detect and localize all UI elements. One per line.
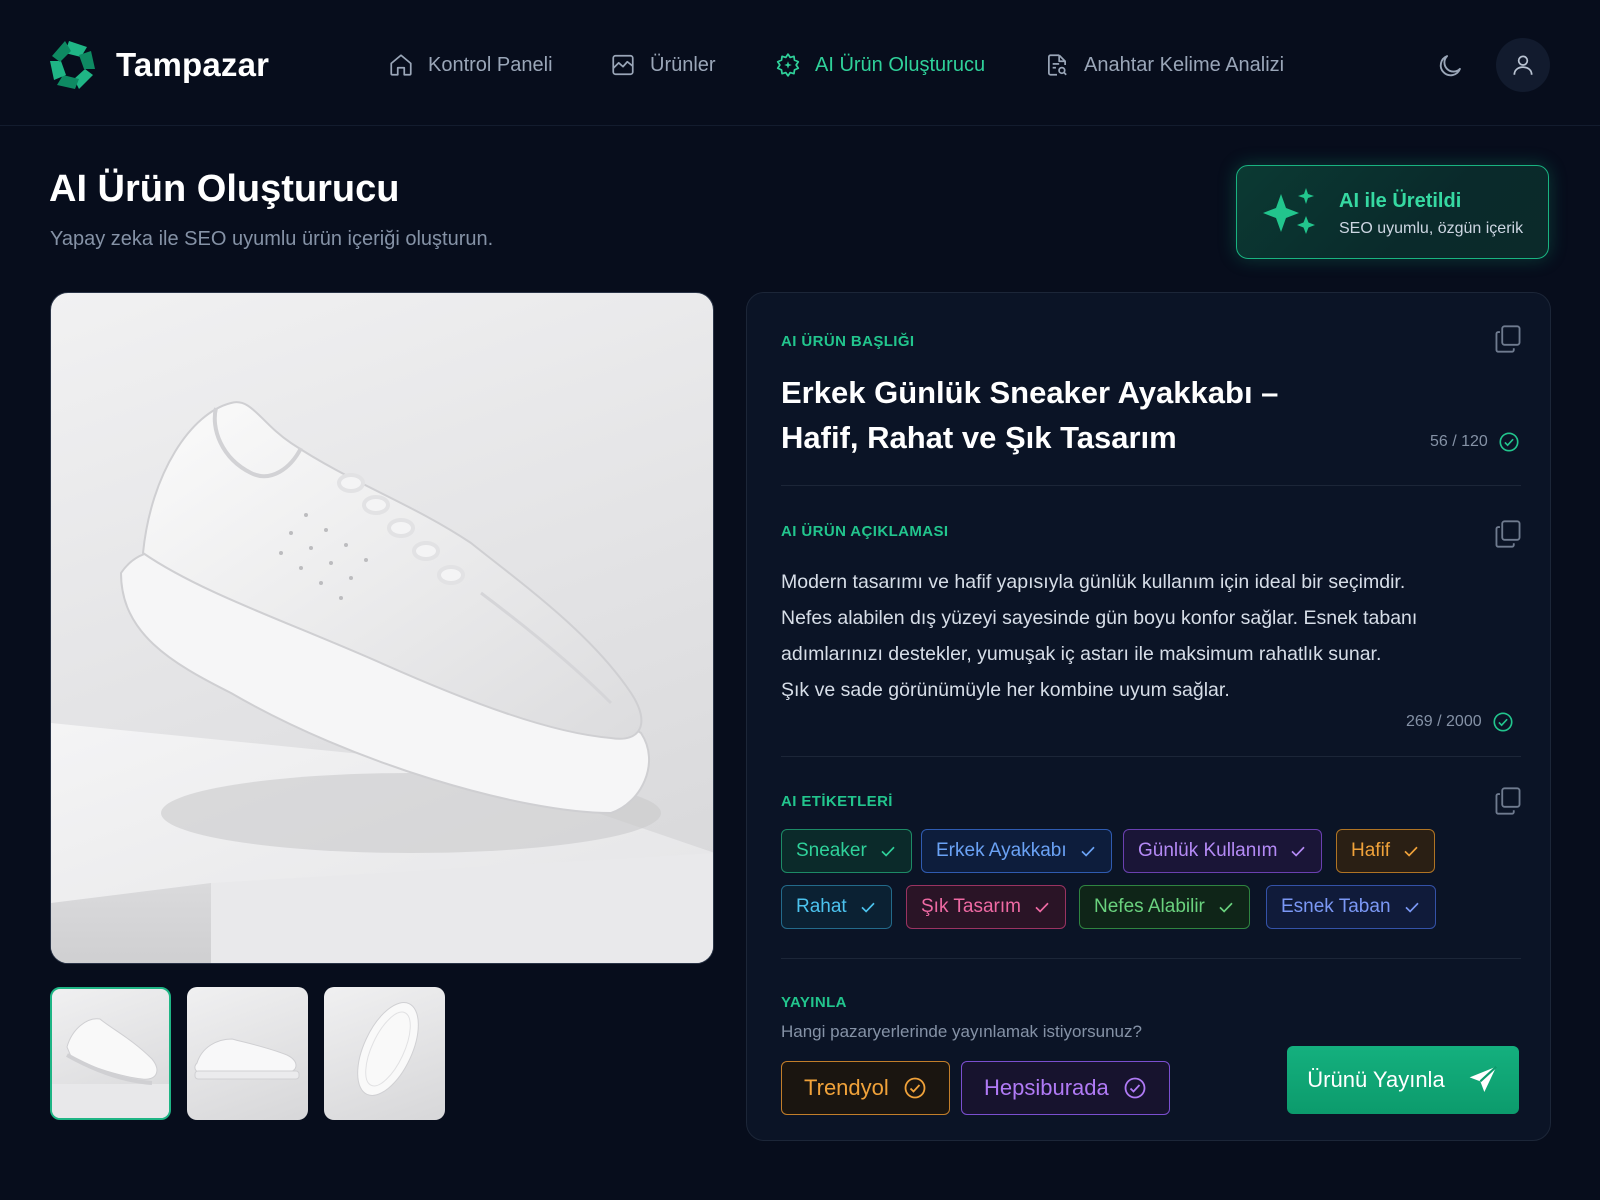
profile-button[interactable]: [1496, 38, 1550, 92]
title-line: Erkek Günlük Sneaker Ayakkabı –: [781, 375, 1279, 410]
ai-generated-badge: AI ile Üretildi SEO uyumlu, özgün içerik: [1236, 165, 1549, 259]
generated-product-title[interactable]: Erkek Günlük Sneaker Ayakkabı – Hafif, R…: [781, 370, 1341, 460]
description-char-counter: 269 / 2000: [1406, 711, 1514, 733]
nav-label: Ürünler: [650, 53, 716, 76]
tag-text: Sneaker: [796, 840, 867, 861]
divider: [781, 485, 1521, 486]
tag-chip[interactable]: Esnek Taban: [1266, 885, 1436, 929]
tag-chip[interactable]: Rahat: [781, 885, 892, 929]
home-icon: [390, 54, 412, 76]
ai-badge-title: AI ile Üretildi: [1339, 190, 1462, 212]
tag-chip[interactable]: Erkek Ayakkabı: [921, 829, 1112, 873]
copy-icon[interactable]: [1494, 519, 1522, 549]
section-label-tags: AI ETİKETLERİ: [781, 793, 893, 810]
image-chart-icon: [612, 54, 634, 76]
publish-question: Hangi pazaryerlerinde yayınlamak istiyor…: [781, 1022, 1142, 1041]
user-icon: [1513, 55, 1533, 75]
description-line: Modern tasarımı ve hafif yapısıyla günlü…: [781, 571, 1406, 593]
marketplace-hepsiburada[interactable]: Hepsiburada: [961, 1061, 1170, 1115]
nav-label: AI Ürün Oluşturucu: [815, 53, 986, 76]
description-line: adımlarınızı destekler, yumuşak iç astar…: [781, 643, 1382, 665]
copy-icon[interactable]: [1494, 324, 1522, 354]
marketplace-name: Hepsiburada: [984, 1075, 1109, 1100]
thumbnail-1[interactable]: [50, 987, 171, 1120]
counter-text: 56 / 120: [1430, 433, 1488, 450]
thumbnail-3[interactable]: [324, 987, 445, 1120]
thumbnail-2[interactable]: [187, 987, 308, 1120]
nav-item-urunler[interactable]: Ürünler: [610, 48, 716, 82]
page-title: AI Ürün Oluşturucu: [49, 168, 400, 210]
check-circle-icon: [1499, 432, 1519, 452]
tag-text: Günlük Kullanım: [1138, 840, 1278, 861]
check-icon: [1291, 846, 1306, 857]
tag-chip[interactable]: Günlük Kullanım: [1123, 829, 1323, 873]
main-product-image[interactable]: [50, 292, 714, 964]
generated-product-description[interactable]: Modern tasarımı ve hafif yapısıyla günlü…: [781, 564, 1461, 708]
tag-text: Hafif: [1351, 840, 1391, 861]
check-icon: [861, 902, 875, 913]
tag-text: Nefes Alabilir: [1094, 896, 1205, 917]
page-subtitle: Yapay zeka ile SEO uyumlu ürün içeriği o…: [50, 228, 494, 250]
ai-gear-icon: [776, 53, 800, 77]
nav-item-ai-urun-olusturucu[interactable]: AI Ürün Oluşturucu: [775, 48, 985, 82]
send-icon: [1469, 1065, 1497, 1092]
description-line: Nefes alabilen dış yüzeyi sayesinde gün …: [781, 607, 1418, 629]
nav-item-anahtar-kelime-analizi[interactable]: Anahtar Kelime Analizi: [1044, 48, 1284, 82]
tag-text: Erkek Ayakkabı: [936, 840, 1067, 861]
check-icon: [1081, 846, 1095, 857]
divider: [781, 756, 1521, 757]
document-search-icon: [1048, 54, 1067, 76]
check-icon: [1219, 902, 1233, 913]
description-line: Şık ve sade görünümüyle her kombine uyum…: [781, 679, 1230, 701]
check-icon: [881, 846, 895, 857]
check-circle-icon: [904, 1077, 926, 1099]
section-label-publish: YAYINLA: [781, 994, 847, 1011]
tag-chip[interactable]: Hafif: [1336, 829, 1436, 873]
counter-text: 269 / 2000: [1406, 713, 1482, 730]
section-label-description: AI ÜRÜN AÇIKLAMASI: [781, 523, 949, 540]
publish-product-button[interactable]: Ürünü Yayınla: [1287, 1046, 1519, 1114]
title-line: Hafif, Rahat ve Şık Tasarım: [781, 420, 1177, 455]
check-circle-icon: [1493, 712, 1513, 732]
section-label-title: AI ÜRÜN BAŞLIĞI: [781, 333, 915, 350]
tag-text: Esnek Taban: [1281, 896, 1391, 917]
tag-chip[interactable]: Şık Tasarım: [906, 885, 1066, 929]
marketplace-name: Trendyol: [804, 1075, 889, 1100]
brand-name: Tampazar: [116, 46, 270, 83]
brand-logo-icon: [50, 41, 95, 89]
ai-badge-subtitle: SEO uyumlu, özgün içerik: [1339, 220, 1524, 237]
sneaker-thumbnail-icon: [194, 1038, 300, 1080]
nav-label: Kontrol Paneli: [428, 53, 553, 76]
sneaker-thumbnail-icon: [52, 1018, 169, 1118]
title-char-counter: 56 / 120: [1430, 431, 1520, 453]
nav-item-kontrol-paneli[interactable]: Kontrol Paneli: [388, 48, 553, 82]
brand[interactable]: Tampazar: [48, 38, 269, 92]
sneaker-image: [51, 401, 713, 963]
publish-button-label: Ürünü Yayınla: [1307, 1067, 1445, 1092]
tag-chip[interactable]: Sneaker: [781, 829, 912, 873]
marketplace-trendyol[interactable]: Trendyol: [781, 1061, 950, 1115]
moon-icon[interactable]: [1436, 52, 1464, 80]
tag-text: Rahat: [796, 896, 847, 917]
check-icon: [1035, 902, 1049, 913]
tag-text: Şık Tasarım: [921, 896, 1021, 917]
sneaker-thumbnail-icon: [357, 1002, 419, 1096]
check-icon: [1404, 902, 1419, 913]
copy-icon[interactable]: [1494, 786, 1522, 816]
divider: [781, 958, 1521, 959]
check-circle-icon: [1124, 1077, 1146, 1099]
sparkles-icon: [1263, 188, 1315, 234]
tag-chip[interactable]: Nefes Alabilir: [1079, 885, 1250, 929]
check-icon: [1404, 846, 1418, 857]
nav-label: Anahtar Kelime Analizi: [1084, 53, 1285, 76]
